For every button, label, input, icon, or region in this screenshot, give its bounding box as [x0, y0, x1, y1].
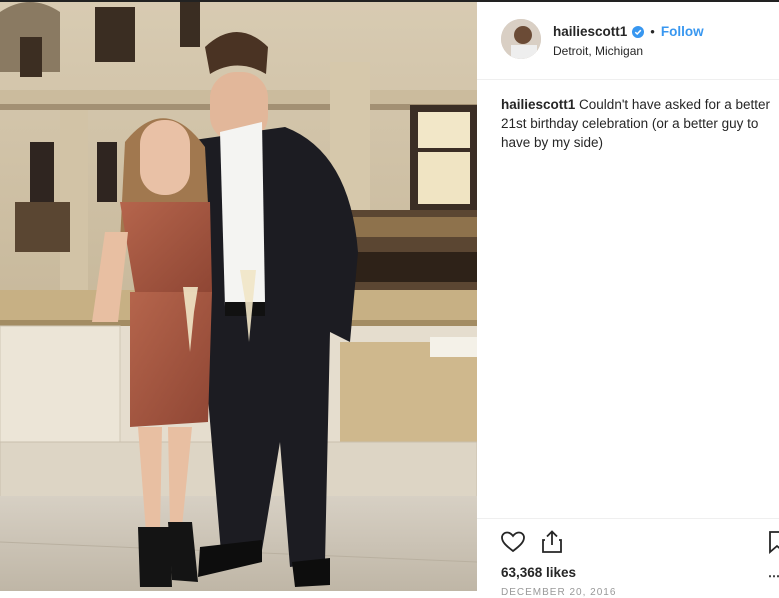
post-photo-image — [0, 2, 477, 591]
post-caption: hailiescott1 Couldn't have asked for a b… — [501, 95, 773, 152]
location-link[interactable]: Detroit, Michigan — [553, 44, 643, 58]
more-options-icon[interactable]: ⋯ — [768, 569, 779, 583]
post-date[interactable]: DECEMBER 20, 2016 — [501, 587, 616, 598]
post-details-panel: hailiescott1 • Follow Detroit, Michigan … — [477, 2, 779, 598]
username-link[interactable]: hailiescott1 — [553, 24, 627, 39]
caption-username-link[interactable]: hailiescott1 — [501, 97, 575, 112]
heart-icon[interactable] — [500, 529, 526, 555]
avatar-image — [501, 19, 541, 59]
separator-dot: • — [650, 24, 655, 39]
verified-badge-icon — [632, 25, 645, 38]
avatar[interactable] — [501, 19, 541, 59]
header-username-row: hailiescott1 • Follow — [553, 24, 704, 39]
bookmark-icon[interactable] — [767, 529, 779, 555]
share-icon[interactable] — [539, 529, 565, 555]
likes-count[interactable]: 63,368 likes — [501, 565, 576, 580]
post-header: hailiescott1 • Follow Detroit, Michigan — [477, 2, 779, 80]
follow-button[interactable]: Follow — [661, 24, 704, 39]
post-photo[interactable] — [0, 2, 477, 591]
post-actions: 63,368 likes ⋯ DECEMBER 20, 2016 — [477, 518, 779, 598]
